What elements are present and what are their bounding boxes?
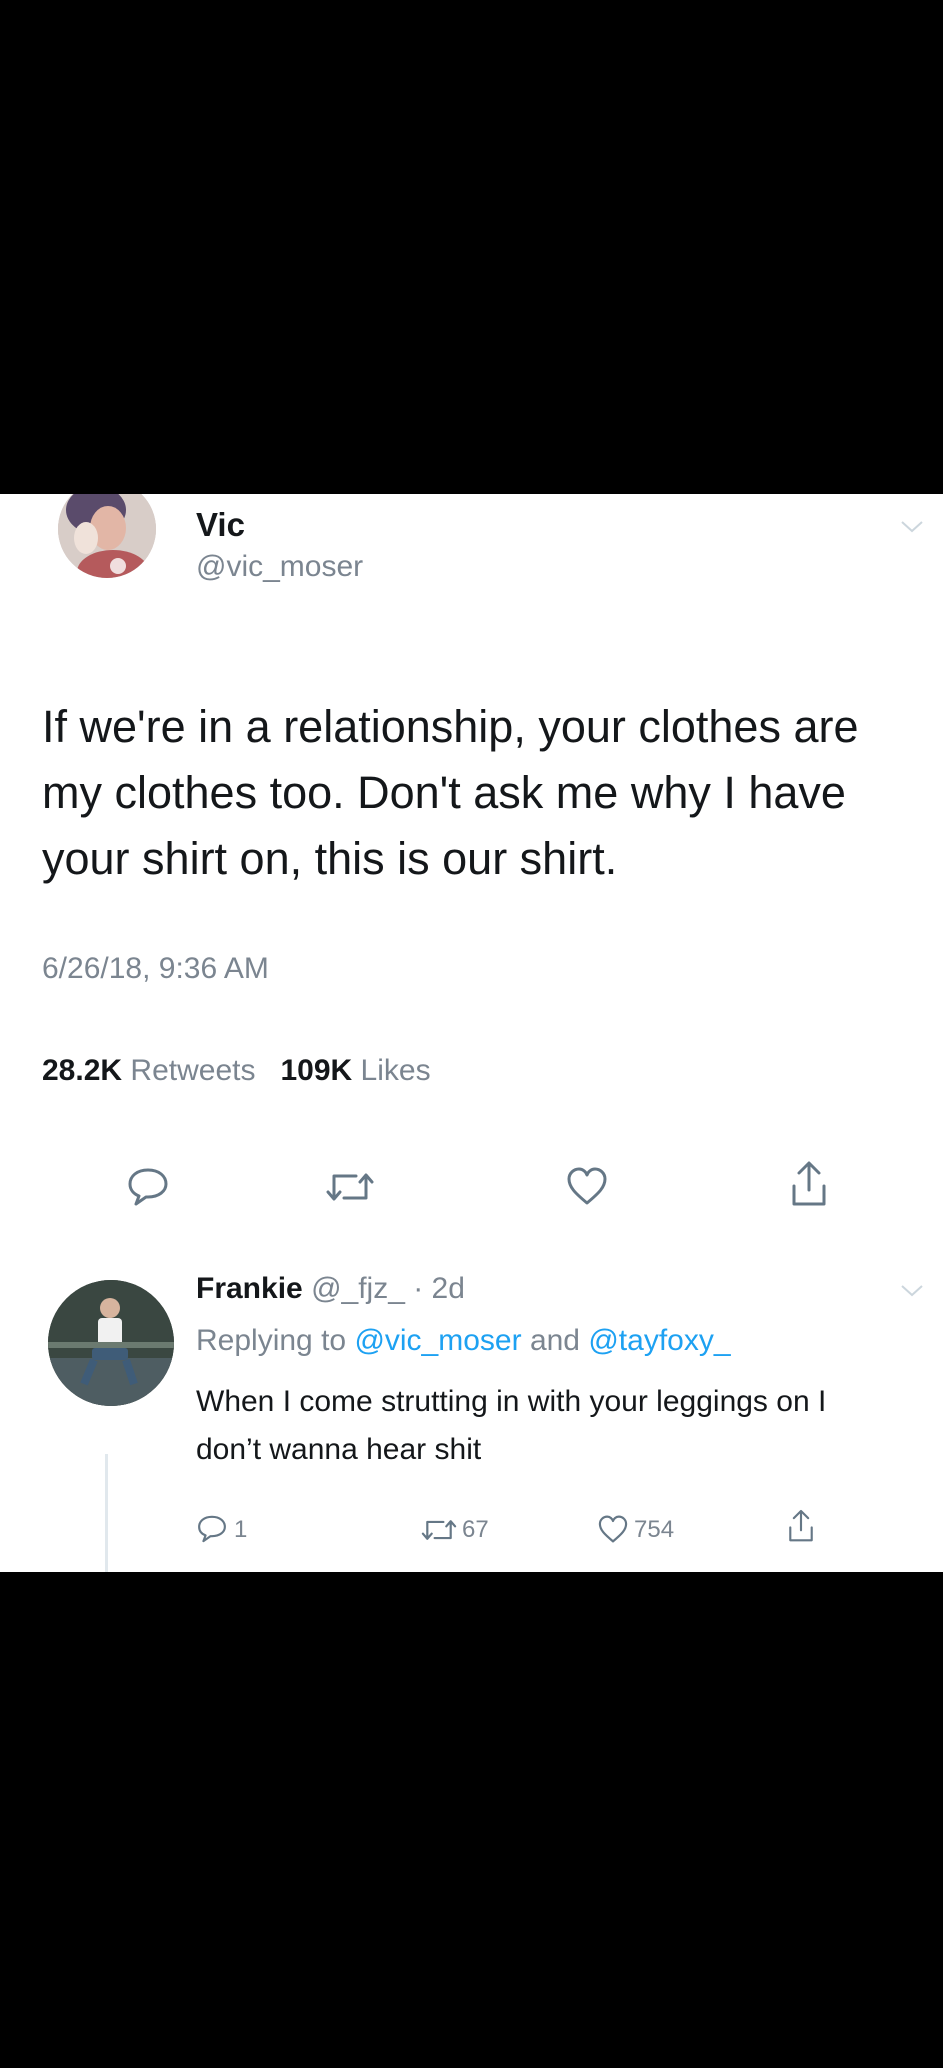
thread-line xyxy=(105,1454,108,1572)
reply-author: Frankie @_fjz_ · 2d xyxy=(196,1272,465,1306)
engagement-counts: 28.2K Retweets 109K Likes xyxy=(42,1054,431,1088)
reply-retweet-count[interactable]: 67 xyxy=(462,1516,489,1544)
reply-comment-icon[interactable] xyxy=(196,1514,228,1549)
reply-avatar[interactable] xyxy=(48,1280,174,1406)
reply-count[interactable]: 1 xyxy=(234,1516,247,1544)
reply-chevron-down-icon[interactable] xyxy=(900,1284,924,1303)
comment-icon[interactable] xyxy=(126,1166,170,1213)
reply-share-icon[interactable] xyxy=(786,1508,816,1549)
heart-icon[interactable] xyxy=(565,1166,609,1211)
reply-profile-photo-icon xyxy=(48,1280,174,1406)
replying-prefix: Replying to xyxy=(196,1324,347,1357)
author-name[interactable]: Vic xyxy=(196,506,245,544)
reply-author-name[interactable]: Frankie xyxy=(196,1272,303,1305)
avatar[interactable] xyxy=(58,494,156,578)
likes-count[interactable]: 109K xyxy=(280,1054,352,1087)
reply-heart-icon[interactable] xyxy=(597,1514,629,1549)
retweets-count[interactable]: 28.2K xyxy=(42,1054,122,1087)
replying-user-link[interactable]: @tayfoxy_ xyxy=(588,1324,730,1357)
reply-age[interactable]: · 2d xyxy=(413,1272,465,1305)
reply-author-handle[interactable]: @_fjz_ xyxy=(311,1272,405,1305)
reply-like-count[interactable]: 754 xyxy=(634,1516,674,1544)
retweet-icon[interactable] xyxy=(324,1168,376,1211)
chevron-down-icon[interactable] xyxy=(900,520,924,539)
reply-text: When I come strutting in with your leggi… xyxy=(196,1385,827,1466)
share-icon[interactable] xyxy=(788,1160,830,1213)
retweets-label[interactable]: Retweets xyxy=(130,1054,255,1087)
profile-photo-icon xyxy=(58,494,156,578)
timestamp[interactable]: 6/26/18, 9:36 AM xyxy=(42,952,269,986)
replying-to: Replying to @vic_moser and @tayfoxy_ xyxy=(196,1324,731,1358)
tweet-text: If we're in a relationship, your clothes… xyxy=(42,701,859,884)
tweet-card: Vic @vic_moser If we're in a relationshi… xyxy=(0,494,943,1572)
replying-user-link[interactable]: @vic_moser xyxy=(354,1324,521,1357)
likes-label[interactable]: Likes xyxy=(361,1054,431,1087)
author-handle[interactable]: @vic_moser xyxy=(196,550,363,584)
replying-and: and xyxy=(529,1324,580,1357)
reply-retweet-icon[interactable] xyxy=(420,1516,458,1549)
